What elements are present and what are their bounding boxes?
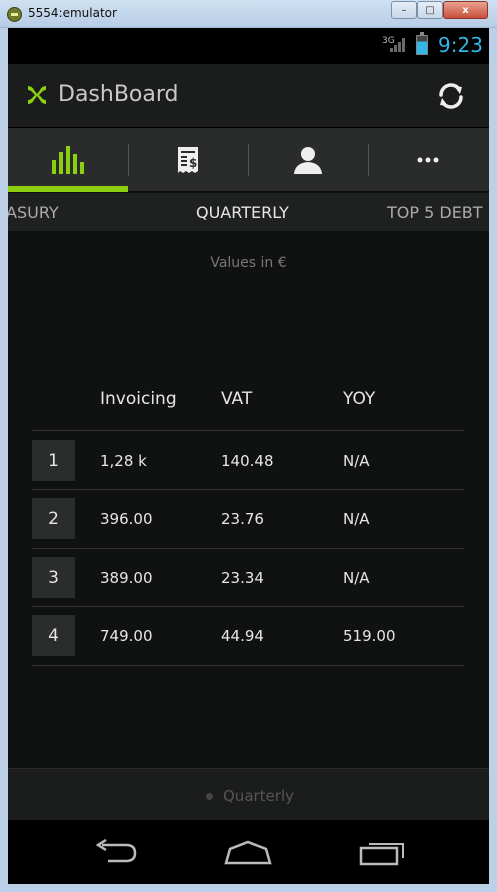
page-indicator-bar: Quarterly: [8, 768, 489, 820]
app-title: DashBoard: [58, 82, 179, 107]
overflow-icon: [417, 157, 439, 163]
window-frame-left: [0, 28, 8, 892]
back-icon: [95, 839, 137, 863]
cell-invoicing: 396.00: [100, 510, 153, 528]
cell-yoy: N/A: [343, 510, 370, 528]
invoice-icon: $: [178, 147, 198, 173]
bar-chart-icon: [52, 146, 84, 174]
cell-yoy: 519.00: [343, 627, 396, 645]
table-divider: [32, 489, 464, 490]
window-frame-bottom: [0, 884, 497, 892]
tab-chart[interactable]: [8, 128, 128, 192]
cell-vat: 44.94: [221, 627, 264, 645]
subtab-treasury[interactable]: ASURY: [8, 203, 59, 222]
window-frame-right: [489, 28, 497, 892]
table-divider: [32, 430, 464, 431]
refresh-icon[interactable]: [433, 78, 469, 114]
system-nav-bar: [8, 820, 489, 884]
battery-icon: [416, 32, 428, 55]
minimize-button[interactable]: –: [391, 1, 417, 19]
row-number-badge: 2: [32, 498, 75, 539]
column-header-invoicing: Invoicing: [100, 389, 177, 409]
selected-tab-indicator: [8, 186, 128, 192]
emulator-app-icon: [7, 7, 22, 22]
tab-more[interactable]: [368, 128, 488, 192]
table-divider: [32, 606, 464, 607]
cell-invoicing: 389.00: [100, 569, 153, 587]
cell-yoy: N/A: [343, 569, 370, 587]
table-divider: [32, 548, 464, 549]
window-title: 5554:emulator: [28, 6, 117, 20]
column-header-yoy: YOY: [343, 389, 376, 409]
cell-vat: 23.76: [221, 510, 264, 528]
tab-invoices[interactable]: $: [128, 128, 248, 192]
cell-vat: 23.34: [221, 569, 264, 587]
window-titlebar: 5554:emulator – □ x: [0, 0, 497, 28]
icon-tab-bar: $: [8, 128, 489, 192]
home-icon: [224, 840, 272, 865]
emulator-screen: 3G 9:23 DashBoard $ ASURY QUARTERLY TOP …: [8, 28, 489, 884]
back-button[interactable]: [85, 832, 145, 872]
pager-title-strip: ASURY QUARTERLY TOP 5 DEBT: [8, 193, 489, 231]
signal-icon: [390, 38, 405, 52]
person-icon: [294, 147, 322, 174]
row-number-badge: 4: [32, 615, 75, 656]
status-bar: 3G 9:23: [8, 28, 489, 64]
page-dot-icon: [206, 793, 213, 800]
cell-yoy: N/A: [343, 452, 370, 470]
quarterly-panel: Values in € Invoicing VAT YOY 1 1,28 k 1…: [8, 231, 489, 767]
cell-vat: 140.48: [221, 452, 274, 470]
action-bar: DashBoard: [8, 64, 489, 128]
maximize-button[interactable]: □: [417, 1, 443, 19]
cell-invoicing: 749.00: [100, 627, 153, 645]
home-button[interactable]: [218, 832, 278, 872]
tab-contacts[interactable]: [248, 128, 368, 192]
app-logo-icon[interactable]: [26, 84, 48, 106]
page-indicator-label: Quarterly: [223, 787, 294, 805]
subtab-quarterly[interactable]: QUARTERLY: [196, 203, 289, 222]
table-divider: [32, 665, 464, 666]
values-note: Values in €: [210, 255, 287, 271]
status-clock: 9:23: [438, 33, 483, 57]
row-number-badge: 3: [32, 557, 75, 598]
close-button[interactable]: x: [443, 1, 488, 19]
cell-invoicing: 1,28 k: [100, 452, 147, 470]
subtab-top5-debt[interactable]: TOP 5 DEBT: [387, 203, 483, 222]
recents-icon: [359, 843, 404, 866]
column-header-vat: VAT: [221, 389, 253, 409]
svg-text:$: $: [189, 156, 197, 170]
row-number-badge: 1: [32, 440, 75, 481]
recents-button[interactable]: [353, 832, 413, 872]
